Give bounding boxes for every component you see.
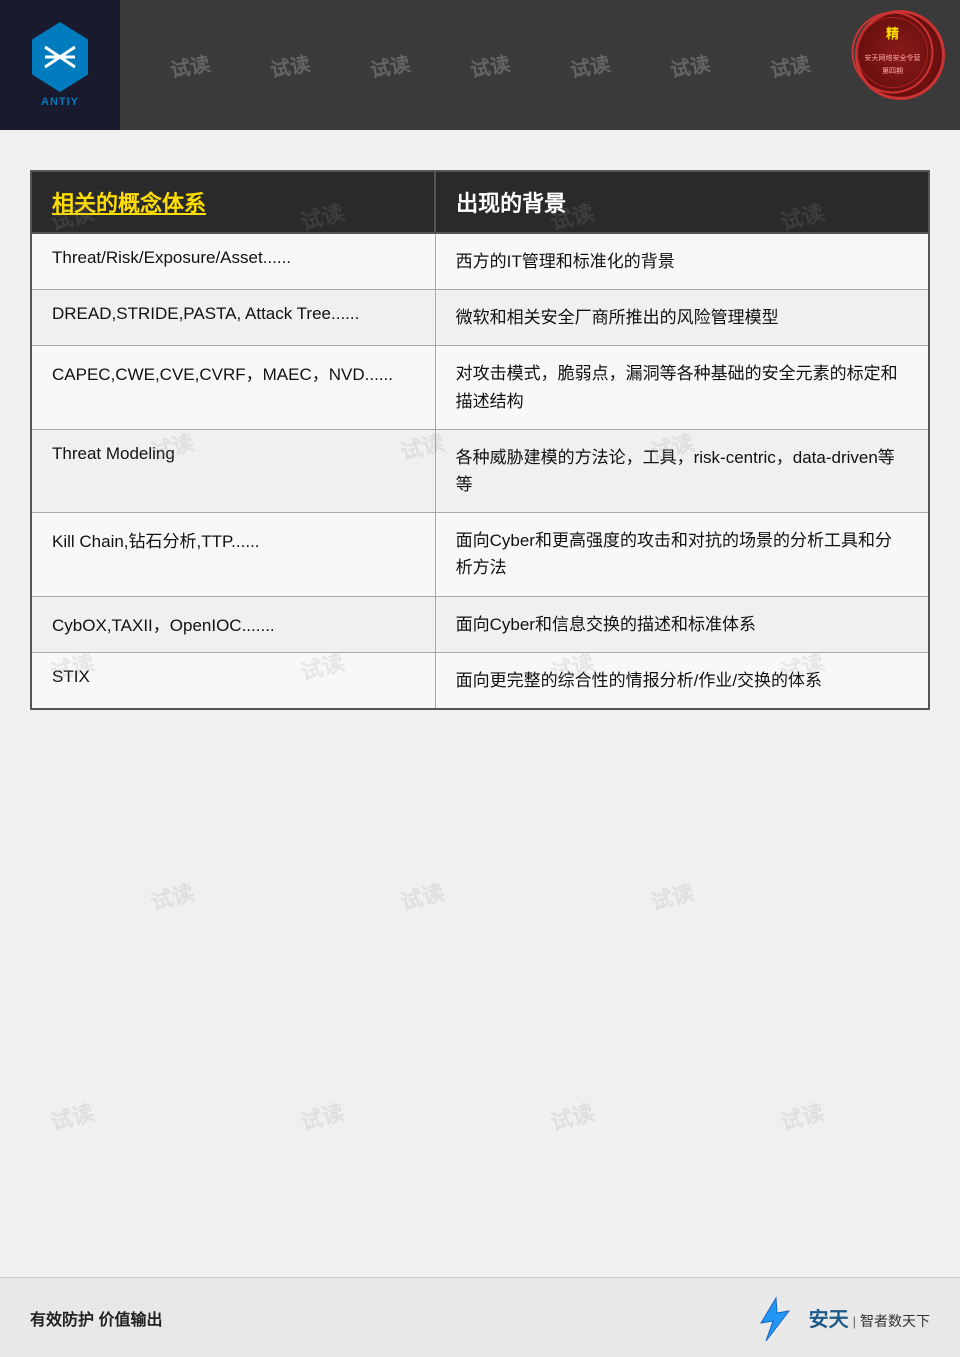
footer-logo-main: 安天 (809, 1303, 849, 1332)
cell-right-0: 西方的IT管理和标准化的背景 (435, 233, 929, 290)
header-wm-7: 试读 (768, 47, 812, 83)
footer-logo-pipe: | (853, 1314, 856, 1329)
header-badge: 精 安天网络安全令营 第四期 (850, 10, 950, 100)
cell-left-2: CAPEC,CWE,CVE,CVRF，MAEC，NVD...... (31, 346, 435, 429)
cell-right-1: 微软和相关安全厂商所推出的风险管理模型 (435, 290, 929, 346)
table-row: STIX面向更完整的综合性的情报分析/作业/交换的体系 (31, 652, 929, 709)
badge-circle: 精 安天网络安全令营 第四期 (855, 10, 945, 100)
footer-left-text: 有效防护 价值输出 (30, 1306, 162, 1330)
wm-13: 试读 (397, 875, 448, 917)
cell-right-3: 各种威胁建模的方法论，工具，risk-centric，data-driven等等 (435, 429, 929, 512)
wm-16: 试读 (297, 1095, 348, 1137)
cell-left-5: CybOX,TAXII，OpenIOC....... (31, 596, 435, 652)
svg-text:第四期: 第四期 (882, 66, 903, 75)
col1-header: 相关的概念体系 (31, 171, 435, 233)
header-wm-5: 试读 (568, 47, 612, 83)
wm-15: 试读 (47, 1095, 98, 1137)
footer-logo-text-group: 安天 | 智者数天下 (809, 1303, 930, 1332)
logo-area: ANTIY (0, 0, 120, 130)
logo-text: ANTIY (41, 96, 79, 108)
cell-left-1: DREAD,STRIDE,PASTA, Attack Tree...... (31, 290, 435, 346)
cell-right-2: 对攻击模式，脆弱点，漏洞等各种基础的安全元素的标定和描述结构 (435, 346, 929, 429)
svg-text:精: 精 (886, 26, 899, 41)
cell-left-6: STIX (31, 652, 435, 709)
svg-text:安天网络安全令营: 安天网络安全令营 (865, 53, 921, 62)
header-wm-6: 试读 (668, 47, 712, 83)
cell-left-4: Kill Chain,钻石分析,TTP...... (31, 513, 435, 596)
wm-18: 试读 (777, 1095, 828, 1137)
wm-12: 试读 (147, 875, 198, 917)
cell-left-3: Threat Modeling (31, 429, 435, 512)
badge-svg: 精 安天网络安全令营 第四期 (850, 10, 935, 95)
table-row: CAPEC,CWE,CVE,CVRF，MAEC，NVD......对攻击模式，脆… (31, 346, 929, 429)
content-table: 相关的概念体系 出现的背景 Threat/Risk/Exposure/Asset… (30, 170, 930, 710)
footer-logo: 安天 | 智者数天下 (751, 1293, 930, 1343)
col2-header: 出现的背景 (435, 171, 929, 233)
table-row: CybOX,TAXII，OpenIOC.......面向Cyber和信息交换的描… (31, 596, 929, 652)
logo-hexagon (25, 22, 95, 92)
wm-14: 试读 (647, 875, 698, 917)
footer-logo-svg (751, 1293, 801, 1343)
cell-right-5: 面向Cyber和信息交换的描述和标准体系 (435, 596, 929, 652)
table-row: Threat Modeling各种威胁建模的方法论，工具，risk-centri… (31, 429, 929, 512)
main-content: 相关的概念体系 出现的背景 Threat/Risk/Exposure/Asset… (0, 130, 960, 730)
table-row: DREAD,STRIDE,PASTA, Attack Tree......微软和… (31, 290, 929, 346)
header: ANTIY 试读 试读 试读 试读 试读 试读 试读 试读 精 安天网络安全令营… (0, 0, 960, 130)
table-row: Kill Chain,钻石分析,TTP......面向Cyber和更高强度的攻击… (31, 513, 929, 596)
cell-right-6: 面向更完整的综合性的情报分析/作业/交换的体系 (435, 652, 929, 709)
logo-svg (35, 32, 85, 82)
cell-left-0: Threat/Risk/Exposure/Asset...... (31, 233, 435, 290)
wm-17: 试读 (547, 1095, 598, 1137)
cell-right-4: 面向Cyber和更高强度的攻击和对抗的场景的分析工具和分析方法 (435, 513, 929, 596)
header-wm-3: 试读 (368, 47, 412, 83)
table-row: Threat/Risk/Exposure/Asset......西方的IT管理和… (31, 233, 929, 290)
header-watermarks: 试读 试读 试读 试读 试读 试读 试读 试读 (120, 51, 960, 80)
footer: 有效防护 价值输出 安天 | 智者数天下 (0, 1277, 960, 1357)
footer-logo-sub: 智者数天下 (860, 1311, 930, 1331)
header-wm-2: 试读 (268, 47, 312, 83)
header-wm-1: 试读 (168, 47, 212, 83)
header-wm-4: 试读 (468, 47, 512, 83)
